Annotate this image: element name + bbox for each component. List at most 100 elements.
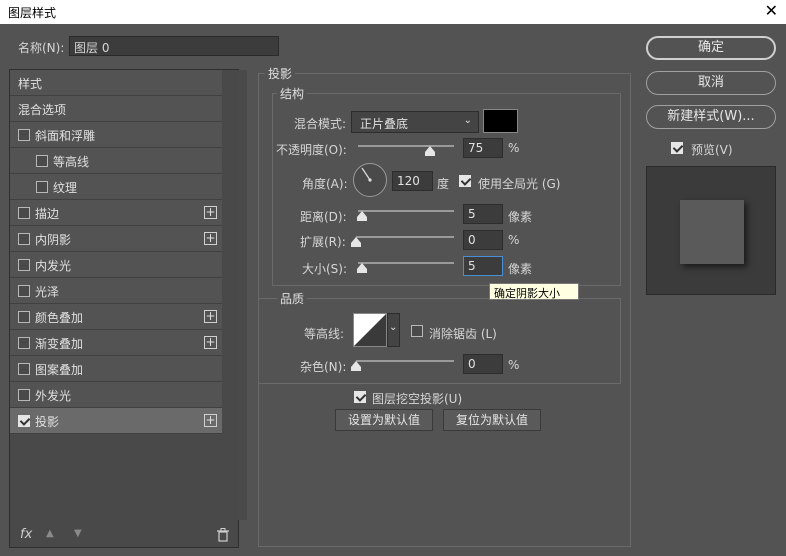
distance-input[interactable]: 5	[463, 204, 503, 224]
opacity-slider-thumb[interactable]	[425, 146, 435, 156]
ok-button[interactable]: 确定	[646, 36, 776, 60]
new-style-button[interactable]: 新建样式(W)...	[646, 105, 776, 129]
distance-slider-track[interactable]	[358, 210, 454, 212]
anti-alias-label: 消除锯齿 (L)	[429, 327, 497, 341]
style-list-item[interactable]: 渐变叠加 +	[10, 330, 222, 356]
style-checkbox[interactable]	[18, 129, 30, 141]
global-light-checkbox[interactable]	[459, 175, 471, 187]
distance-unit: 像素	[508, 210, 533, 224]
angle-input[interactable]: 120	[392, 171, 433, 191]
style-checkbox[interactable]	[18, 363, 30, 375]
anti-alias-checkbox[interactable]	[411, 325, 423, 337]
size-label: 大小(S):	[302, 262, 348, 276]
name-label: 名称(N):	[18, 41, 65, 55]
opacity-slider-track[interactable]	[358, 145, 454, 147]
style-list-item[interactable]: 纹理	[10, 174, 222, 200]
move-up-icon[interactable]: ▲	[46, 528, 54, 539]
add-effect-icon[interactable]: +	[204, 206, 217, 219]
chevron-down-icon: ⌄	[389, 322, 398, 333]
cancel-button[interactable]: 取消	[646, 71, 776, 95]
style-list-item[interactable]: 投影 +	[10, 408, 222, 434]
blend-mode-value: 正片叠底	[360, 117, 409, 131]
style-checkbox[interactable]	[18, 415, 30, 427]
noise-slider-thumb[interactable]	[351, 361, 361, 371]
make-default-button[interactable]: 设置为默认值	[335, 409, 433, 431]
style-checkbox[interactable]	[36, 181, 48, 193]
trash-icon[interactable]	[217, 528, 229, 542]
style-list-item[interactable]: 颜色叠加 +	[10, 304, 222, 330]
style-list-label: 纹理	[53, 181, 78, 195]
size-input[interactable]: 5	[463, 256, 503, 276]
preview-swatch	[680, 200, 744, 264]
style-checkbox[interactable]	[18, 337, 30, 349]
spread-input[interactable]: 0	[463, 230, 503, 250]
quality-title: 品质	[277, 290, 308, 307]
angle-unit: 度	[437, 177, 450, 191]
angle-label: 角度(A):	[302, 177, 348, 191]
style-checkbox[interactable]	[18, 311, 30, 323]
style-list-item[interactable]: 光泽	[10, 278, 222, 304]
chevron-down-icon: ⌄	[463, 115, 472, 126]
style-checkbox[interactable]	[18, 389, 30, 401]
noise-label: 杂色(N):	[300, 360, 347, 374]
add-effect-icon[interactable]: +	[204, 310, 217, 323]
global-light-label: 使用全局光 (G)	[478, 177, 561, 191]
close-icon[interactable]: ✕	[765, 1, 778, 20]
drop-shadow-title: 投影	[265, 65, 296, 82]
opacity-label: 不透明度(O):	[276, 143, 347, 157]
style-list-item[interactable]: 样式	[10, 70, 222, 96]
style-list-scrollbar[interactable]	[238, 70, 247, 520]
style-checkbox[interactable]	[18, 285, 30, 297]
spread-unit: %	[508, 233, 520, 247]
style-checkbox[interactable]	[18, 233, 30, 245]
opacity-input[interactable]: 75	[463, 138, 503, 158]
blend-mode-select[interactable]: 正片叠底 ⌄	[351, 111, 479, 133]
style-list-item[interactable]: 图案叠加	[10, 356, 222, 382]
style-list-label: 混合选项	[18, 103, 67, 117]
spread-label: 扩展(R):	[300, 235, 346, 249]
style-list-item[interactable]: 等高线	[10, 148, 222, 174]
spread-slider-track[interactable]	[356, 236, 454, 238]
style-list-item[interactable]: 内阴影 +	[10, 226, 222, 252]
structure-title: 结构	[277, 85, 308, 102]
style-list-label: 投影	[35, 415, 60, 429]
add-effect-icon[interactable]: +	[204, 232, 217, 245]
knockout-checkbox[interactable]	[354, 391, 366, 403]
preview-label: 预览(V)	[691, 143, 733, 157]
preview-checkbox[interactable]	[671, 142, 683, 154]
style-list-item[interactable]: 描边 +	[10, 200, 222, 226]
angle-dial[interactable]	[352, 162, 388, 198]
move-down-icon[interactable]: ▼	[74, 528, 82, 539]
noise-input[interactable]: 0	[463, 354, 503, 374]
window-title: 图层样式	[8, 6, 57, 20]
contour-dropdown[interactable]: ⌄	[387, 313, 400, 347]
style-checkbox[interactable]	[18, 207, 30, 219]
add-effect-icon[interactable]: +	[204, 414, 217, 427]
style-checkbox[interactable]	[18, 259, 30, 271]
style-list-label: 斜面和浮雕	[35, 129, 96, 143]
size-slider-thumb[interactable]	[357, 263, 367, 273]
layer-name-input[interactable]: 图层 0	[69, 36, 279, 56]
style-list-label: 颜色叠加	[35, 311, 84, 325]
style-list-panel: 样式混合选项斜面和浮雕等高线纹理描边 + 内阴影 + 内发光 光泽颜色叠加 + 渐变叠加 + 图案…	[9, 69, 247, 548]
shadow-color-swatch[interactable]	[483, 109, 518, 133]
contour-preview[interactable]	[353, 313, 387, 347]
style-preview	[646, 166, 776, 295]
style-list-label: 渐变叠加	[35, 337, 84, 351]
reset-default-button[interactable]: 复位为默认值	[443, 409, 541, 431]
style-list-item[interactable]: 斜面和浮雕	[10, 122, 222, 148]
distance-slider-thumb[interactable]	[357, 211, 367, 221]
fx-icon[interactable]: fx	[20, 527, 32, 542]
size-slider-track[interactable]	[358, 262, 454, 264]
style-list-item[interactable]: 外发光	[10, 382, 222, 408]
style-list-item[interactable]: 内发光	[10, 252, 222, 278]
style-checkbox[interactable]	[36, 155, 48, 167]
add-effect-icon[interactable]: +	[204, 336, 217, 349]
style-list-label: 等高线	[53, 155, 90, 169]
style-list-toolbar: fx ▲ ▼	[10, 525, 238, 547]
noise-slider-track[interactable]	[356, 360, 454, 362]
style-list-label: 图案叠加	[35, 363, 84, 377]
spread-slider-thumb[interactable]	[351, 237, 361, 247]
style-list-item[interactable]: 混合选项	[10, 96, 222, 122]
title-bar: 图层样式 ✕	[0, 0, 786, 24]
